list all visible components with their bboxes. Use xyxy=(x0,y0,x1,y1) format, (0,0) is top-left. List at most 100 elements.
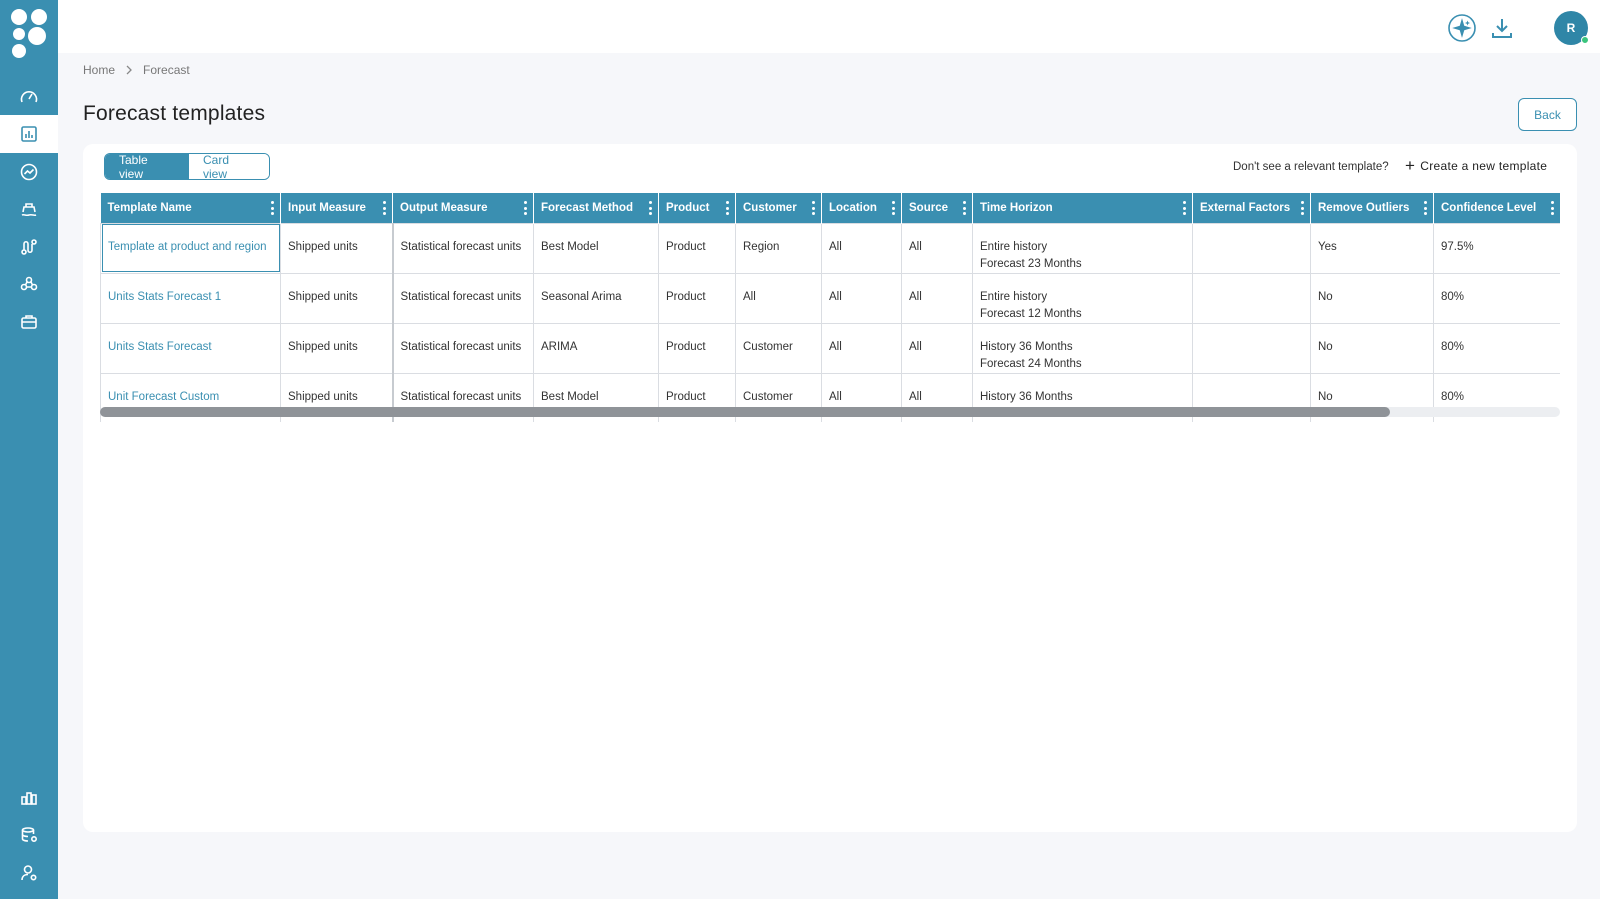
templates-table: Template Name Input Measure Output Measu… xyxy=(100,193,1560,422)
cell-product: Product xyxy=(658,272,736,324)
col-header[interactable]: Time Horizon xyxy=(972,193,1193,223)
col-header[interactable]: Forecast Method xyxy=(533,193,659,223)
col-header[interactable]: Customer xyxy=(735,193,822,223)
col-header[interactable]: Output Measure xyxy=(392,193,534,223)
column-menu-icon[interactable] xyxy=(1301,201,1305,215)
cell-customer: All xyxy=(735,272,822,324)
cell-output-measure: Statistical forecast units xyxy=(392,222,534,274)
table-header-row: Template Name Input Measure Output Measu… xyxy=(100,193,1560,223)
col-header-label: Location xyxy=(829,201,877,214)
column-menu-icon[interactable] xyxy=(649,201,653,215)
cell-remove-outliers: Yes xyxy=(1310,222,1434,274)
cell-confidence-level: 97.5% xyxy=(1433,222,1560,274)
avatar-initial: R xyxy=(1566,21,1576,35)
horizon-forecast: Forecast 12 Months xyxy=(980,307,1082,320)
cell-external-factors xyxy=(1192,222,1311,274)
back-button[interactable]: Back xyxy=(1518,98,1577,131)
column-menu-icon[interactable] xyxy=(812,201,816,215)
template-name-link[interactable]: Template at product and region xyxy=(100,222,281,274)
report-chart-icon xyxy=(21,126,37,142)
col-header[interactable]: Template Name xyxy=(100,193,281,223)
cell-source: All xyxy=(901,272,973,324)
col-header-label: Remove Outliers xyxy=(1318,201,1410,214)
col-header[interactable]: Source xyxy=(901,193,973,223)
col-header-label: Input Measure xyxy=(288,201,366,214)
cell-product: Product xyxy=(658,322,736,374)
nav-forecast[interactable] xyxy=(0,115,58,153)
nav-user-settings[interactable] xyxy=(0,854,58,892)
scrollbar-thumb[interactable] xyxy=(100,407,1390,417)
column-menu-icon[interactable] xyxy=(1551,201,1555,215)
network-icon xyxy=(20,276,38,291)
col-header-label: Source xyxy=(909,201,948,214)
nav-reports[interactable] xyxy=(0,779,58,817)
cell-external-factors xyxy=(1192,322,1311,374)
col-header-label: Customer xyxy=(743,201,797,214)
ai-assistant-button[interactable] xyxy=(1446,12,1478,44)
col-header-label: External Factors xyxy=(1200,201,1291,214)
column-menu-icon[interactable] xyxy=(524,201,528,215)
nav-shipments[interactable] xyxy=(0,190,58,228)
create-template-button[interactable]: + Create a new template xyxy=(1405,156,1547,175)
template-name-link[interactable]: Units Stats Forecast 1 xyxy=(100,272,281,324)
column-menu-icon[interactable] xyxy=(726,201,730,215)
column-menu-icon[interactable] xyxy=(892,201,896,215)
nav-routes[interactable] xyxy=(0,228,58,266)
table-row[interactable]: Template at product and region Shipped u… xyxy=(100,222,1560,274)
col-header-label: Forecast Method xyxy=(541,201,634,214)
breadcrumb: Home Forecast xyxy=(83,63,190,77)
col-header[interactable]: Location xyxy=(821,193,902,223)
plus-icon: + xyxy=(1405,156,1416,175)
col-header-label: Product xyxy=(666,201,710,214)
gauge-icon xyxy=(20,91,38,103)
col-header-label: Time Horizon xyxy=(980,201,1053,214)
app-logo-icon[interactable] xyxy=(9,7,49,61)
cell-source: All xyxy=(901,322,973,374)
cell-remove-outliers: No xyxy=(1310,322,1434,374)
cell-remove-outliers: No xyxy=(1310,272,1434,324)
breadcrumb-home[interactable]: Home xyxy=(83,63,115,77)
col-header[interactable]: Input Measure xyxy=(280,193,393,223)
cell-forecast-method: ARIMA xyxy=(533,322,659,374)
column-menu-icon[interactable] xyxy=(963,201,967,215)
nav-dashboard[interactable] xyxy=(0,78,58,116)
table-view-button[interactable]: Table view xyxy=(105,154,189,179)
column-menu-icon[interactable] xyxy=(383,201,387,215)
col-header[interactable]: Product xyxy=(658,193,736,223)
column-menu-icon[interactable] xyxy=(271,201,275,215)
cell-forecast-method: Best Model xyxy=(533,222,659,274)
cell-product: Product xyxy=(658,222,736,274)
horizon-forecast: Forecast 23 Months xyxy=(980,257,1082,270)
nav-inventory[interactable] xyxy=(0,303,58,341)
column-menu-icon[interactable] xyxy=(1183,201,1187,215)
ship-icon xyxy=(21,203,37,217)
nav-data-settings[interactable] xyxy=(0,816,58,854)
table-row[interactable]: Units Stats Forecast Shipped units Stati… xyxy=(100,322,1560,374)
column-menu-icon[interactable] xyxy=(1424,201,1428,215)
horizon-history: Entire history xyxy=(980,240,1048,253)
card-view-button[interactable]: Card view xyxy=(189,154,269,179)
user-avatar[interactable]: R xyxy=(1554,11,1589,45)
col-header[interactable]: Confidence Level xyxy=(1433,193,1560,223)
database-settings-icon xyxy=(21,827,38,843)
page-title: Forecast templates xyxy=(83,102,266,125)
horizontal-scrollbar[interactable] xyxy=(100,407,1560,417)
sparkle-icon xyxy=(1448,14,1476,42)
nav-network[interactable] xyxy=(0,265,58,303)
cell-external-factors xyxy=(1192,272,1311,324)
download-button[interactable] xyxy=(1486,12,1518,44)
cell-time-horizon: History 36 Months Forecast 24 Months xyxy=(972,322,1193,374)
table-row[interactable]: Units Stats Forecast 1 Shipped units Sta… xyxy=(100,272,1560,324)
col-header-label: Confidence Level xyxy=(1441,201,1537,214)
trend-circle-icon xyxy=(20,163,38,181)
col-header[interactable]: External Factors xyxy=(1192,193,1311,223)
nav-analytics[interactable] xyxy=(0,153,58,191)
template-name-link[interactable]: Units Stats Forecast xyxy=(100,322,281,374)
cell-input-measure: Shipped units xyxy=(280,272,394,324)
col-header-label: Output Measure xyxy=(400,201,488,214)
cell-time-horizon: Entire history Forecast 12 Months xyxy=(972,272,1193,324)
cell-output-measure: Statistical forecast units xyxy=(392,272,534,324)
route-icon xyxy=(21,239,37,255)
templates-table-container: Template Name Input Measure Output Measu… xyxy=(100,193,1560,422)
col-header[interactable]: Remove Outliers xyxy=(1310,193,1434,223)
